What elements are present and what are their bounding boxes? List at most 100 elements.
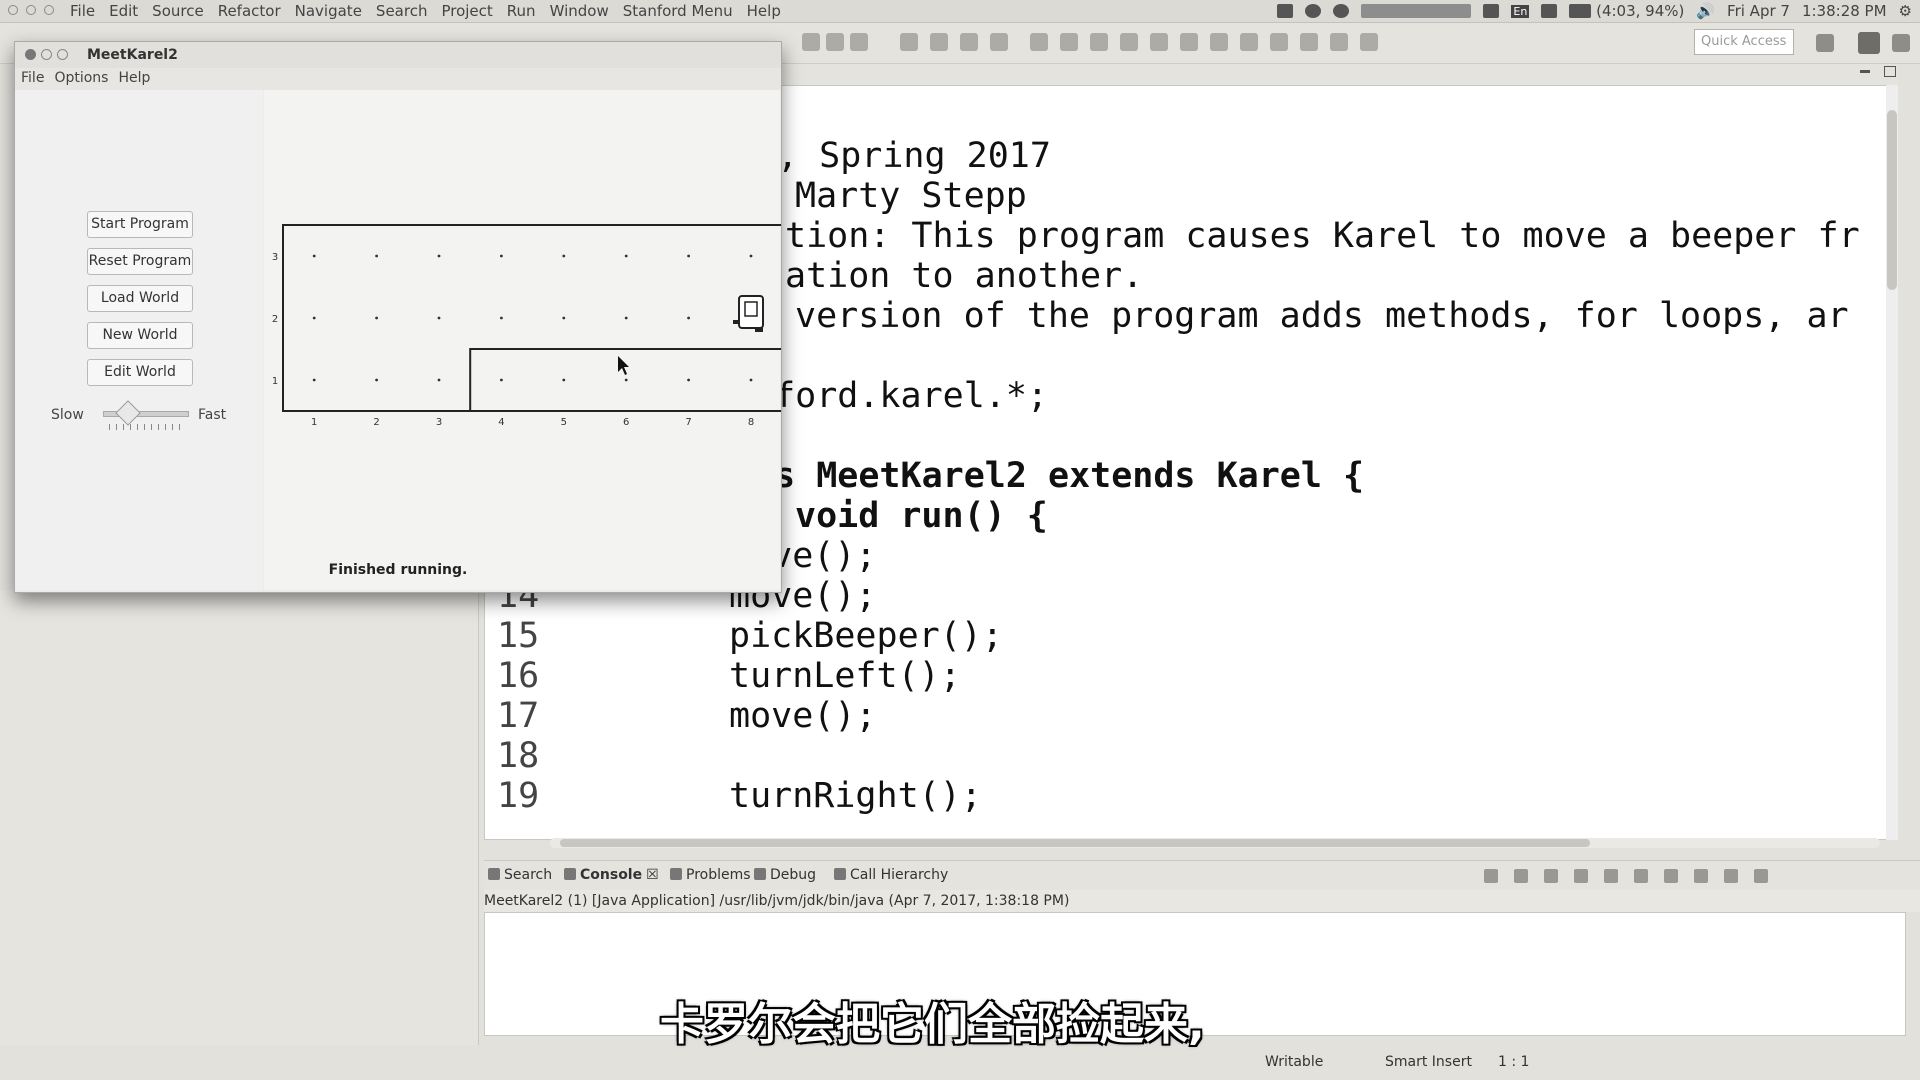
code-line[interactable]: 15 pickBeeper(); <box>485 616 1885 656</box>
menu-navigate[interactable]: Navigate <box>295 2 362 20</box>
new-java-project-icon[interactable] <box>1030 33 1048 51</box>
minimize-editor-icon[interactable] <box>1860 70 1870 73</box>
next-annotation-icon[interactable] <box>1240 33 1258 51</box>
network-graph-icon[interactable] <box>1361 4 1472 18</box>
menu-run[interactable]: Run <box>507 2 536 20</box>
toggle-mark-icon[interactable] <box>1180 33 1198 51</box>
code-line[interactable]: 16 turnLeft(); <box>485 656 1885 696</box>
search-view-icon <box>488 868 500 880</box>
close-window-icon[interactable] <box>8 5 18 15</box>
do-not-disturb-icon[interactable] <box>1333 4 1350 18</box>
editor-horizontal-scroll-thumb[interactable] <box>560 839 1590 847</box>
tab-debug[interactable]: Debug <box>754 867 816 883</box>
perspective-icon[interactable] <box>1816 34 1834 52</box>
pin-console-icon[interactable] <box>1634 869 1648 883</box>
menu-stanford-menu[interactable]: Stanford Menu <box>623 2 733 20</box>
console-run-info-bar: MeetKarel2 (1) [Java Application] /usr/l… <box>484 890 1920 912</box>
volume-icon[interactable]: 🔊 <box>1696 2 1715 20</box>
pin-editor-icon[interactable] <box>1360 33 1378 51</box>
corner-dot <box>687 254 690 258</box>
code-text: tion: This program causes Karel to move … <box>785 216 1860 256</box>
editor-vertical-scroll-thumb[interactable] <box>1887 110 1897 290</box>
row-label: 1 <box>272 376 278 387</box>
java-perspective-icon[interactable] <box>1858 32 1880 54</box>
corner-dot <box>624 254 628 258</box>
prev-annotation-icon[interactable] <box>1270 33 1288 51</box>
corner-dot <box>562 378 566 382</box>
menu-project[interactable]: Project <box>441 2 492 20</box>
search-icon[interactable] <box>1150 33 1168 51</box>
corner-dot <box>749 378 753 382</box>
menu-edit[interactable]: Edit <box>109 2 138 20</box>
open-type-icon[interactable] <box>1120 33 1138 51</box>
minimize-panel-icon[interactable] <box>1724 869 1738 883</box>
maximize-window-icon[interactable] <box>44 5 54 15</box>
code-text: move(); <box>729 696 877 736</box>
remove-all-icon[interactable] <box>1544 869 1558 883</box>
display-console-icon[interactable] <box>1664 869 1678 883</box>
tab-label: Debug <box>770 867 817 883</box>
save-icon[interactable] <box>826 33 844 51</box>
scroll-lock-icon[interactable] <box>1574 869 1588 883</box>
back-icon[interactable] <box>1300 33 1318 51</box>
tab-console[interactable]: Console ☒ <box>564 867 659 883</box>
remove-launch-icon[interactable] <box>1514 869 1528 883</box>
battery-indicator[interactable]: (4:03, 94%) <box>1569 2 1684 20</box>
code-line[interactable]: 18 <box>485 736 1885 776</box>
open-console-icon[interactable] <box>1694 869 1708 883</box>
tab-call-hierarchy[interactable]: Call Hierarchy <box>834 867 948 883</box>
row-label: 2 <box>272 314 278 325</box>
karel-window[interactable]: MeetKarel2 File Options Help Start Program… <box>14 41 782 593</box>
wifi-icon[interactable] <box>1483 4 1500 18</box>
tab-search[interactable]: Search <box>488 867 552 883</box>
code-text: void run() { <box>795 496 1048 536</box>
menu-refactor[interactable]: Refactor <box>218 2 281 20</box>
new-package-icon[interactable] <box>1060 33 1078 51</box>
run-icon[interactable] <box>930 33 948 51</box>
corner-dot <box>687 316 690 320</box>
menu-search[interactable]: Search <box>376 2 428 20</box>
code-text: nford.karel.*; <box>753 376 1049 416</box>
clock-time[interactable]: 1:38:28 PM <box>1802 2 1887 20</box>
minimize-window-icon[interactable] <box>26 5 36 15</box>
menu-window[interactable]: Window <box>550 2 609 20</box>
clock-date[interactable]: Fri Apr 7 <box>1727 2 1790 20</box>
sync-icon[interactable] <box>1305 4 1322 18</box>
code-line[interactable]: 19 turnRight(); <box>485 776 1885 816</box>
column-label: 5 <box>561 417 567 428</box>
corner-dot <box>624 316 628 320</box>
tab-problems[interactable]: Problems <box>670 867 751 883</box>
maximize-editor-icon[interactable] <box>1884 66 1896 77</box>
camera-icon[interactable] <box>1277 4 1294 18</box>
line-number: 18 <box>497 736 540 776</box>
console-run-info: MeetKarel2 (1) [Java Application] /usr/l… <box>484 893 1070 909</box>
debug-icon[interactable] <box>900 33 918 51</box>
show-when-output-icon[interactable] <box>1604 869 1618 883</box>
new-class-icon[interactable] <box>1090 33 1108 51</box>
annotation-icon[interactable] <box>1210 33 1228 51</box>
tab-label: Console <box>580 867 643 883</box>
coverage-icon[interactable] <box>960 33 978 51</box>
settings-gear-icon[interactable]: ⚙ <box>1899 2 1912 20</box>
world-border <box>282 224 781 412</box>
terminate-icon[interactable] <box>1484 869 1498 883</box>
keyboard-language[interactable]: En <box>1511 4 1530 18</box>
code-line[interactable]: 17 move(); <box>485 696 1885 736</box>
close-tab-icon[interactable]: ☒ <box>646 867 659 883</box>
battery-icon <box>1569 4 1592 18</box>
system-menu-bar: File Edit Source Refactor Navigate Search Proj… <box>0 0 1920 23</box>
menu-source[interactable]: Source <box>152 2 204 20</box>
code-text: turnRight(); <box>729 776 982 816</box>
new-file-icon[interactable] <box>802 33 820 51</box>
quick-access-field[interactable]: Quick Access <box>1694 29 1794 55</box>
menu-help[interactable]: Help <box>747 2 781 20</box>
debug-perspective-icon[interactable] <box>1892 34 1910 52</box>
print-icon[interactable] <box>850 33 868 51</box>
external-tools-icon[interactable] <box>990 33 1008 51</box>
menu-file[interactable]: File <box>70 2 95 20</box>
column-label: 6 <box>623 417 629 428</box>
forward-icon[interactable] <box>1330 33 1348 51</box>
mail-icon[interactable] <box>1541 4 1558 18</box>
tab-label: Search <box>504 867 553 883</box>
maximize-panel-icon[interactable] <box>1754 869 1768 883</box>
